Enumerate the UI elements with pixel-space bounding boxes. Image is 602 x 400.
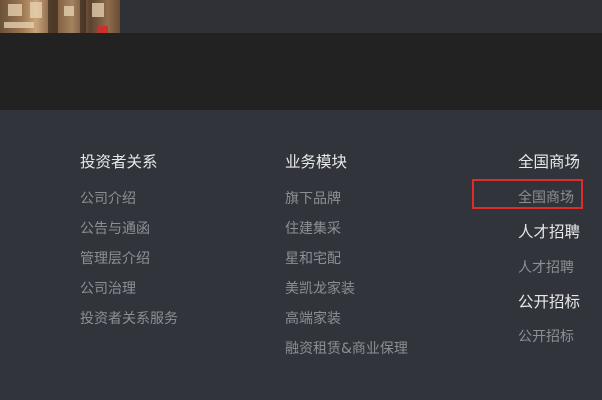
page: 投资者关系 公司介绍 公告与通函 管理层介绍 公司治理 投资者关系服务 业务模块…: [0, 0, 602, 400]
footer-column-business: 业务模块 旗下品牌 住建集采 星和宅配 美凯龙家装 高端家装 融资租赁&商业保理: [285, 152, 408, 359]
footer-link-leasing-factoring[interactable]: 融资租赁&商业保理: [285, 339, 408, 359]
footer-link-brands[interactable]: 旗下品牌: [285, 189, 408, 209]
footer-link-premium-decoration[interactable]: 高端家装: [285, 309, 408, 329]
banner-image: [0, 0, 120, 33]
footer-link-home-decoration[interactable]: 美凯龙家装: [285, 279, 408, 299]
footer-link-home-delivery[interactable]: 星和宅配: [285, 249, 408, 269]
footer-link-careers[interactable]: 人才招聘: [518, 258, 574, 278]
footer-heading-business[interactable]: 业务模块: [285, 152, 408, 172]
footer-link-company-intro[interactable]: 公司介绍: [80, 189, 178, 209]
footer-column-investor: 投资者关系 公司介绍 公告与通函 管理层介绍 公司治理 投资者关系服务: [80, 152, 178, 329]
footer-heading-tenders[interactable]: 公开招标: [518, 292, 580, 312]
footer-link-governance[interactable]: 公司治理: [80, 279, 178, 299]
footer-link-management[interactable]: 管理层介绍: [80, 249, 178, 269]
footer-heading-investor[interactable]: 投资者关系: [80, 152, 178, 172]
footer-heading-malls[interactable]: 全国商场: [518, 152, 580, 172]
footer-link-investor-services[interactable]: 投资者关系服务: [80, 309, 178, 329]
highlight-box: [472, 179, 583, 209]
footer-link-tenders[interactable]: 公开招标: [518, 327, 574, 347]
footer-heading-careers[interactable]: 人才招聘: [518, 222, 580, 242]
footer-link-announcements[interactable]: 公告与通函: [80, 219, 178, 239]
top-strip: [0, 0, 602, 33]
footer-link-procurement[interactable]: 住建集采: [285, 219, 408, 239]
dark-band: [0, 33, 602, 110]
